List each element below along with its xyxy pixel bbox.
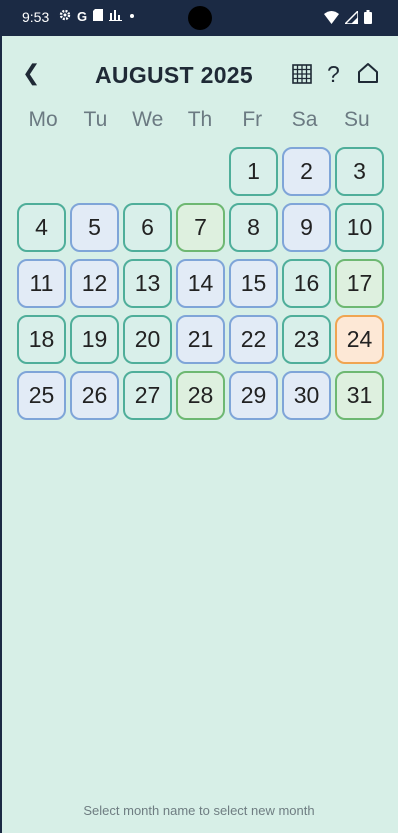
day-cell[interactable]: 27 bbox=[123, 371, 172, 420]
dot-icon bbox=[128, 9, 136, 24]
chart-icon bbox=[109, 9, 123, 24]
day-cell[interactable]: 23 bbox=[282, 315, 331, 364]
empty-day-cell bbox=[17, 147, 66, 196]
empty-day-cell bbox=[123, 147, 172, 196]
day-cell[interactable]: 5 bbox=[70, 203, 119, 252]
day-cell[interactable]: 18 bbox=[17, 315, 66, 364]
weekday-header-row: Mo Tu We Th Fr Sa Su bbox=[17, 108, 383, 132]
weekday-label: Sa bbox=[291, 108, 318, 131]
weekday-label: Th bbox=[187, 108, 213, 131]
weekday-label: Su bbox=[343, 108, 370, 131]
weekday-label: Mo bbox=[28, 108, 58, 131]
day-cell[interactable]: 20 bbox=[123, 315, 172, 364]
day-cell[interactable]: 31 bbox=[335, 371, 384, 420]
google-icon: G bbox=[77, 9, 88, 24]
day-cell[interactable]: 21 bbox=[176, 315, 225, 364]
day-cell[interactable]: 10 bbox=[335, 203, 384, 252]
back-button[interactable]: ❮ bbox=[22, 60, 40, 86]
day-cell[interactable]: 1 bbox=[229, 147, 278, 196]
status-bar: 9:53 G bbox=[0, 0, 398, 36]
day-cell[interactable]: 26 bbox=[70, 371, 119, 420]
sd-card-icon bbox=[93, 9, 104, 24]
day-cell[interactable]: 19 bbox=[70, 315, 119, 364]
day-cell[interactable]: 3 bbox=[335, 147, 384, 196]
weekday-label: We bbox=[132, 108, 164, 131]
calendar-day-grid: 1 2 3 4 5 6 7 8 9 10 11 12 13 14 15 16 17 18 19 20 21 22 23 24 2… bbox=[17, 147, 384, 420]
signal-icon bbox=[343, 8, 359, 29]
grid-view-icon[interactable] bbox=[292, 64, 312, 84]
day-cell[interactable]: 28 bbox=[176, 371, 225, 420]
day-cell[interactable]: 22 bbox=[229, 315, 278, 364]
footer-hint: Select month name to select new month bbox=[83, 803, 315, 818]
screen-edge bbox=[0, 36, 2, 833]
weekday-label: Fr bbox=[242, 108, 263, 131]
help-icon[interactable]: ? bbox=[327, 61, 340, 88]
day-cell[interactable]: 2 bbox=[282, 147, 331, 196]
status-time: 9:53 bbox=[22, 9, 50, 25]
day-cell[interactable]: 7 bbox=[176, 203, 225, 252]
day-cell[interactable]: 13 bbox=[123, 259, 172, 308]
weekday-label: Tu bbox=[83, 108, 108, 131]
day-cell[interactable]: 14 bbox=[176, 259, 225, 308]
day-cell[interactable]: 9 bbox=[282, 203, 331, 252]
day-cell[interactable]: 30 bbox=[282, 371, 331, 420]
day-cell[interactable]: 4 bbox=[17, 203, 66, 252]
day-cell[interactable]: 16 bbox=[282, 259, 331, 308]
wifi-icon bbox=[324, 10, 339, 29]
calendar-header: ❮ AUGUST 2025 ? bbox=[0, 36, 398, 106]
day-cell[interactable]: 12 bbox=[70, 259, 119, 308]
day-cell[interactable]: 25 bbox=[17, 371, 66, 420]
battery-icon bbox=[364, 10, 372, 29]
empty-day-cell bbox=[176, 147, 225, 196]
empty-day-cell bbox=[70, 147, 119, 196]
day-cell[interactable]: 8 bbox=[229, 203, 278, 252]
camera-cutout bbox=[188, 6, 212, 30]
day-cell[interactable]: 29 bbox=[229, 371, 278, 420]
day-cell-today[interactable]: 24 bbox=[335, 315, 384, 364]
month-title[interactable]: AUGUST 2025 bbox=[95, 62, 253, 89]
status-icons-left: G bbox=[59, 9, 136, 24]
day-cell[interactable]: 15 bbox=[229, 259, 278, 308]
day-cell[interactable]: 6 bbox=[123, 203, 172, 252]
day-cell[interactable]: 17 bbox=[335, 259, 384, 308]
status-icons-right bbox=[324, 8, 372, 29]
home-icon[interactable] bbox=[357, 62, 379, 84]
gear-icon bbox=[59, 9, 71, 24]
day-cell[interactable]: 11 bbox=[17, 259, 66, 308]
